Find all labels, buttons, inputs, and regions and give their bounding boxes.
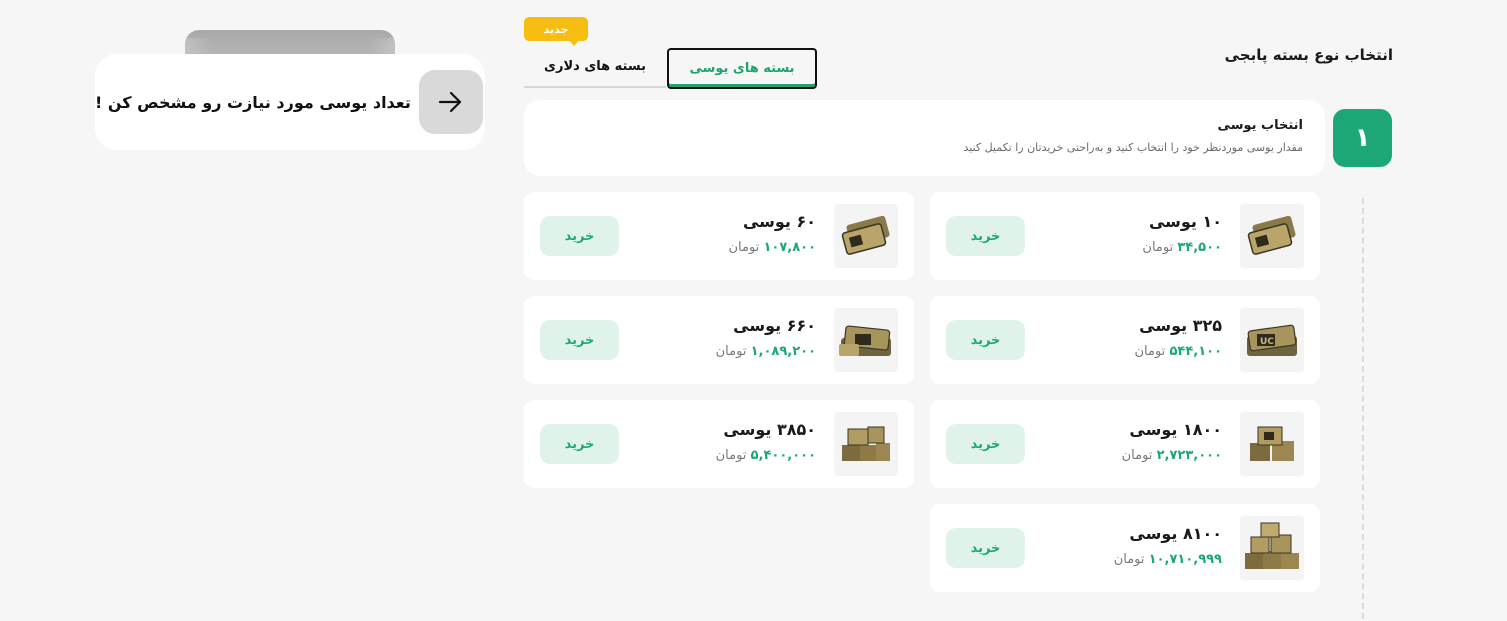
step-description: مقدار یوسی موردنظر خود را انتخاب کنید و … <box>963 141 1303 154</box>
tab-dollar-packages[interactable]: بسته های دلاری <box>524 46 666 89</box>
page: تعداد یوسی مورد نیازت رو مشخص کن ! انتخا… <box>0 0 1507 621</box>
uc-stack-icon <box>834 308 898 372</box>
package-tabs: بسته های دلاری بسته های یوسی <box>524 46 820 89</box>
package-price: ۲,۷۲۳,۰۰۰ تومان <box>1121 448 1222 463</box>
package-price: ۱۰۷,۸۰۰ تومان <box>728 240 817 255</box>
uc-cards-icon <box>834 204 898 268</box>
package-card[interactable]: ۸۱۰۰ یوسی ۱۰,۷۱۰,۹۹۹ تومان خرید <box>930 504 1320 592</box>
package-amount: ۳۲۵ یوسی <box>1139 316 1222 335</box>
buy-button[interactable]: خرید <box>540 320 619 360</box>
uc-cards-icon <box>1240 204 1304 268</box>
buy-button[interactable]: خرید <box>540 424 619 464</box>
package-card[interactable]: ۶۰ یوسی ۱۰۷,۸۰۰ تومان خرید <box>524 192 914 280</box>
uc-crates-icon <box>834 412 898 476</box>
uc-stack-icon: UC <box>1240 308 1304 372</box>
uc-pile-icon <box>1240 516 1304 580</box>
buy-button[interactable]: خرید <box>946 424 1025 464</box>
buy-button[interactable]: خرید <box>540 216 619 256</box>
step-title: انتخاب یوسی <box>1217 118 1303 133</box>
package-card[interactable]: ۶۶۰ یوسی ۱,۰۸۹,۲۰۰ تومان خرید <box>524 296 914 384</box>
package-card[interactable]: ۱۰ یوسی ۳۴,۵۰۰ تومان خرید <box>930 192 1320 280</box>
step-header: انتخاب یوسی مقدار یوسی موردنظر خود را ان… <box>524 100 1325 176</box>
hint-text: تعداد یوسی مورد نیازت رو مشخص کن ! <box>95 92 411 112</box>
buy-button[interactable]: خرید <box>946 320 1025 360</box>
package-amount: ۸۱۰۰ یوسی <box>1129 524 1222 543</box>
new-badge: جدید <box>524 17 588 46</box>
tab-uc-packages[interactable]: بسته های یوسی <box>667 48 817 89</box>
package-amount: ۱۸۰۰ یوسی <box>1129 420 1222 439</box>
buy-button[interactable]: خرید <box>946 528 1025 568</box>
buy-button[interactable]: خرید <box>946 216 1025 256</box>
package-amount: ۶۶۰ یوسی <box>733 316 816 335</box>
package-price: ۱,۰۸۹,۲۰۰ تومان <box>715 344 816 359</box>
package-price: ۵۴۴,۱۰۰ تومان <box>1134 344 1223 359</box>
package-price: ۵,۴۰۰,۰۰۰ تومان <box>715 448 816 463</box>
step-timeline <box>1362 198 1364 619</box>
package-amount: ۳۸۵۰ یوسی <box>723 420 816 439</box>
package-card[interactable]: ۳۸۵۰ یوسی ۵,۴۰۰,۰۰۰ تومان خرید <box>524 400 914 488</box>
tab-underline <box>524 86 666 88</box>
package-price: ۱۰,۷۱۰,۹۹۹ تومان <box>1113 552 1222 567</box>
page-title: انتخاب نوع بسته پابجی <box>1224 46 1393 64</box>
package-card[interactable]: ۱۸۰۰ یوسی ۲,۷۲۳,۰۰۰ تومان خرید <box>930 400 1320 488</box>
package-price: ۳۴,۵۰۰ تومان <box>1142 240 1222 255</box>
package-card[interactable]: UC ۳۲۵ یوسی ۵۴۴,۱۰۰ تومان خرید <box>930 296 1320 384</box>
arrow-right-icon[interactable] <box>418 70 483 134</box>
package-amount: ۶۰ یوسی <box>742 212 816 231</box>
step-number-badge: ۱ <box>1333 109 1392 167</box>
package-amount: ۱۰ یوسی <box>1148 212 1222 231</box>
hint-card: تعداد یوسی مورد نیازت رو مشخص کن ! <box>95 54 485 150</box>
svg-text:UC: UC <box>1260 337 1274 347</box>
uc-crates-icon <box>1240 412 1304 476</box>
